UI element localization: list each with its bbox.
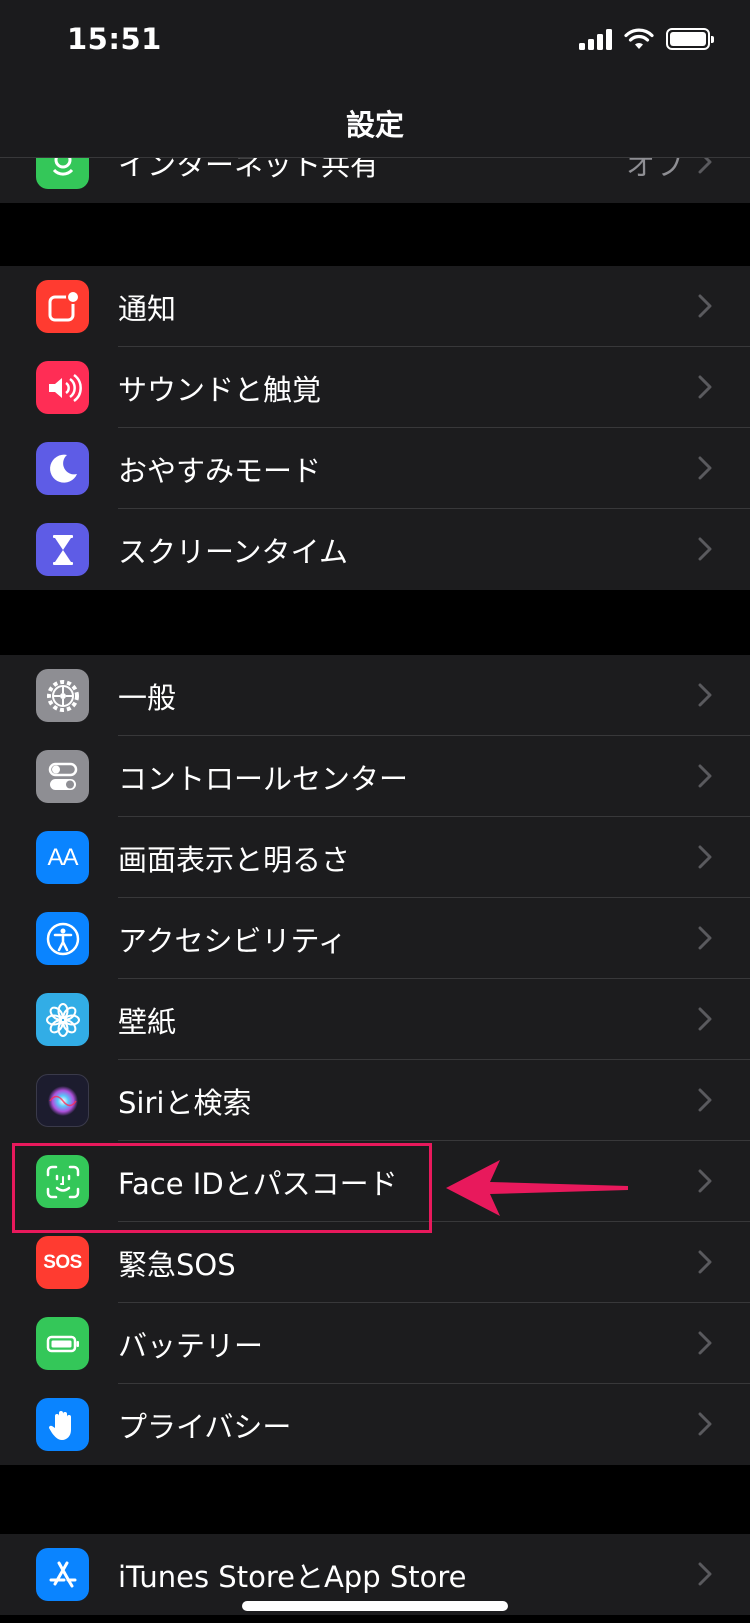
chevron-right-icon	[698, 1562, 712, 1586]
chevron-right-icon	[698, 1412, 712, 1436]
settings-row-label: 画面表示と明るさ	[118, 843, 351, 877]
settings-row-emergency-sos[interactable]: SOS 緊急SOS	[0, 1222, 750, 1303]
settings-row-label: Siriと検索	[118, 1086, 252, 1120]
sos-icon: SOS	[36, 1236, 89, 1289]
chevron-right-icon	[698, 1331, 712, 1355]
notifications-icon	[36, 280, 89, 333]
siri-icon	[36, 1074, 89, 1127]
chevron-right-icon	[698, 537, 712, 561]
status-icons	[579, 28, 714, 50]
settings-row-privacy[interactable]: プライバシー	[0, 1384, 750, 1465]
settings-row-screen-time[interactable]: スクリーンタイム	[0, 509, 750, 590]
settings-row-label: おやすみモード	[118, 454, 322, 488]
settings-row-do-not-disturb[interactable]: おやすみモード	[0, 428, 750, 509]
battery-icon	[36, 1317, 89, 1370]
settings-row-label: 一般	[118, 681, 177, 715]
chevron-right-icon	[698, 456, 712, 480]
moon-icon	[36, 442, 89, 495]
settings-row-label: サウンドと触覚	[118, 373, 322, 407]
settings-row-battery[interactable]: バッテリー	[0, 1303, 750, 1384]
status-time: 15:51	[67, 22, 162, 56]
settings-row-label: バッテリー	[118, 1329, 264, 1363]
navigation-bar: 設定	[0, 92, 750, 158]
chevron-right-icon	[698, 375, 712, 399]
status-bar: 15:51	[0, 0, 750, 92]
settings-row-label: アクセシビリティ	[118, 924, 347, 958]
wifi-icon	[624, 28, 654, 49]
settings-row-label: 通知	[118, 292, 177, 326]
settings-row-accessibility[interactable]: アクセシビリティ	[0, 898, 750, 979]
chevron-right-icon	[698, 1250, 712, 1274]
annotation-arrow-left-icon	[446, 1160, 628, 1216]
chevron-right-icon	[698, 845, 712, 869]
settings-row-label: プライバシー	[118, 1410, 292, 1444]
settings-row-general[interactable]: 一般	[0, 655, 750, 736]
settings-row-display-brightness[interactable]: AA 画面表示と明るさ	[0, 817, 750, 898]
display-aa-icon: AA	[36, 831, 89, 884]
chevron-right-icon	[698, 926, 712, 950]
settings-group-general: 一般 コントロールセンター AA 画面表示と明るさ アクセシビリティ 壁紙 Si…	[0, 655, 750, 1465]
gear-icon	[36, 669, 89, 722]
hourglass-icon	[36, 523, 89, 576]
home-indicator[interactable]	[242, 1601, 508, 1611]
page-title: 設定	[345, 108, 404, 142]
chevron-right-icon	[698, 1169, 712, 1193]
sos-icon-text: SOS	[43, 1251, 82, 1273]
settings-row-control-center[interactable]: コントロールセンター	[0, 736, 750, 817]
settings-row-wallpaper[interactable]: 壁紙	[0, 979, 750, 1060]
cellular-signal-icon	[579, 28, 612, 50]
hand-icon	[36, 1398, 89, 1451]
settings-row-label: 緊急SOS	[118, 1248, 236, 1282]
chevron-right-icon	[698, 683, 712, 707]
settings-group-notifications: 通知 サウンドと触覚 おやすみモード スクリーンタイム	[0, 266, 750, 590]
wallpaper-flower-icon	[36, 993, 89, 1046]
annotation-highlight-box	[12, 1143, 432, 1233]
accessibility-icon	[36, 912, 89, 965]
speaker-icon	[36, 361, 89, 414]
settings-row-sounds-haptics[interactable]: サウンドと触覚	[0, 347, 750, 428]
chevron-right-icon	[698, 1088, 712, 1112]
battery-status-icon	[666, 28, 714, 50]
app-store-icon	[36, 1548, 89, 1601]
settings-row-label: iTunes StoreとApp Store	[118, 1560, 467, 1594]
settings-row-label: スクリーンタイム	[118, 535, 348, 569]
settings-row-notifications[interactable]: 通知	[0, 266, 750, 347]
chevron-right-icon	[698, 294, 712, 318]
settings-row-siri-search[interactable]: Siriと検索	[0, 1060, 750, 1141]
chevron-right-icon	[698, 764, 712, 788]
settings-row-label: コントロールセンター	[118, 762, 409, 796]
settings-row-label: 壁紙	[118, 1005, 177, 1039]
display-aa-text: AA	[47, 843, 78, 871]
chevron-right-icon	[698, 1007, 712, 1031]
toggles-icon	[36, 750, 89, 803]
